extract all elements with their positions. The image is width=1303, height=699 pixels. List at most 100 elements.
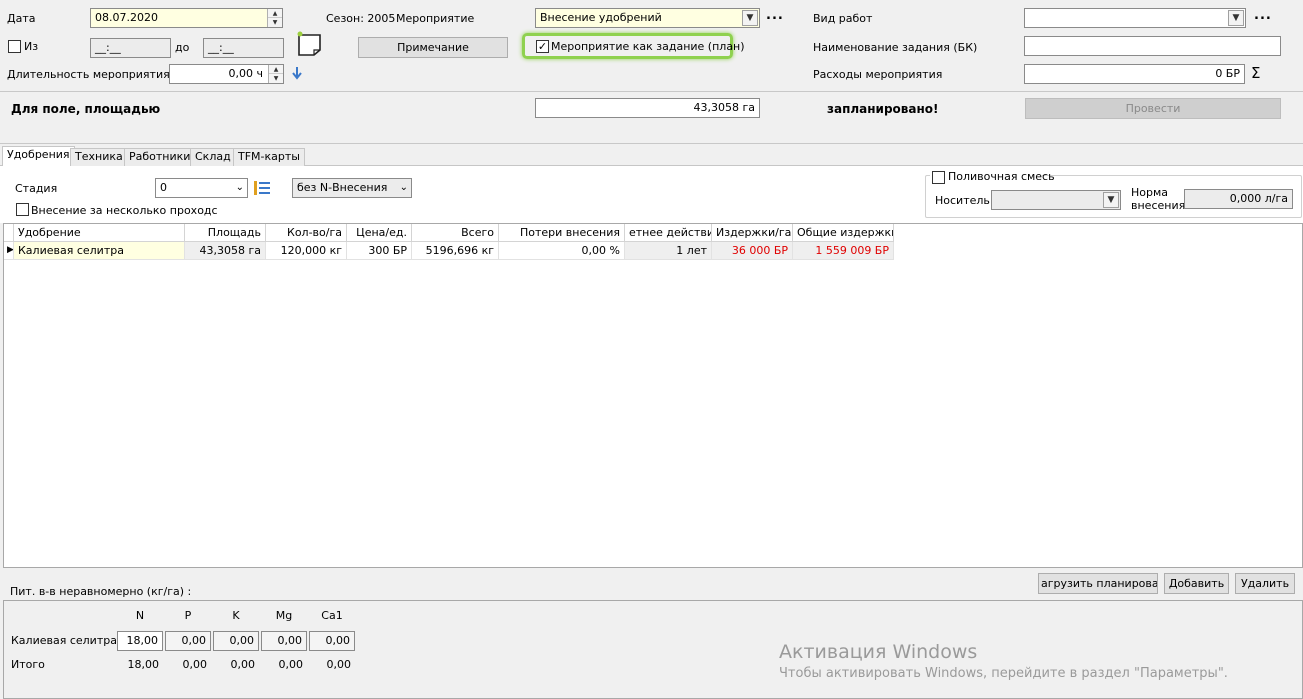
checkmark-icon: ✓	[537, 40, 548, 53]
table-cell[interactable]: 0,00 %	[499, 242, 625, 260]
nutrient-header: N	[135, 609, 145, 622]
nutrient-value[interactable]: 0,00	[165, 631, 211, 651]
chevron-down-icon[interactable]: ⌄	[236, 179, 244, 197]
chevron-down-icon[interactable]: ⌄	[400, 179, 408, 197]
duration-spinner[interactable]: ▲ ▼	[268, 65, 283, 83]
nutrient-header: K	[232, 609, 240, 622]
nutrients-panel: N P K Mg Ca1 Калиевая селитра 18,00 0,00…	[3, 600, 1303, 699]
work-type-label: Вид работ	[813, 12, 873, 25]
tab-warehouse[interactable]: Склад	[190, 148, 236, 166]
total-value: 18,00	[127, 658, 160, 671]
spin-up-icon[interactable]: ▲	[268, 9, 282, 18]
from-label: Из	[24, 40, 39, 53]
date-label: Дата	[7, 12, 36, 25]
column-header[interactable]: Кол-во/га	[266, 224, 347, 242]
task-name-input[interactable]	[1024, 36, 1281, 56]
add-button[interactable]: Добавить	[1164, 573, 1229, 594]
stage-label: Стадия	[15, 182, 58, 195]
tab-tfm-cards[interactable]: TFM-карты	[233, 148, 305, 166]
task-name-label: Наименование задания (БК)	[813, 41, 978, 54]
nutrient-header: P	[184, 609, 192, 622]
norm-input[interactable]: 0,000 л/га	[1184, 189, 1293, 209]
multi-pass-checkbox[interactable]	[16, 203, 29, 216]
irrigation-label: Поливочная смесь	[948, 170, 1055, 183]
column-header[interactable]: Площадь	[185, 224, 266, 242]
delete-button[interactable]: Удалить	[1235, 573, 1295, 594]
nutrient-header: Mg	[275, 609, 293, 622]
table-cell[interactable]: 43,3058 га	[185, 242, 266, 260]
status-text: запланировано!	[827, 102, 939, 116]
table-cell[interactable]: 120,000 кг	[266, 242, 347, 260]
work-type-more-button[interactable]: ...	[1254, 8, 1272, 23]
carrier-label: Носитель	[935, 194, 990, 207]
total-value: 0,00	[326, 658, 352, 671]
spin-down-icon[interactable]: ▼	[268, 18, 282, 27]
tab-workers[interactable]: Работники	[124, 148, 196, 166]
spin-down-icon[interactable]: ▼	[269, 74, 283, 83]
nutrient-value[interactable]: 0,00	[261, 631, 307, 651]
chevron-down-icon[interactable]: ▼	[1103, 192, 1119, 208]
event-select[interactable]: Внесение удобрений ▼	[535, 8, 760, 28]
chevron-down-icon[interactable]: ▼	[742, 10, 758, 26]
column-header[interactable]: Цена/ед.	[347, 224, 412, 242]
nutrient-value[interactable]: 0,00	[309, 631, 355, 651]
date-spinner[interactable]: ▲ ▼	[267, 9, 282, 27]
tab-fertilizers[interactable]: Удобрения	[2, 146, 75, 166]
stage-select[interactable]: 0 ⌄	[155, 178, 248, 198]
spin-up-icon[interactable]: ▲	[269, 65, 283, 74]
column-header[interactable]: Всего	[412, 224, 499, 242]
to-time-input[interactable]: __:__	[203, 38, 284, 58]
column-header[interactable]: Общие издержки	[793, 224, 894, 242]
table-row[interactable]: ▶ Калиевая селитра 43,3058 га 120,000 кг…	[4, 242, 894, 260]
table-cell[interactable]: 300 БР	[347, 242, 412, 260]
table-cell[interactable]: 5196,696 кг	[412, 242, 499, 260]
n-mode-select[interactable]: без N-Внесения ⌄	[292, 178, 412, 198]
activation-watermark-subtitle: Чтобы активировать Windows, перейдите в …	[779, 666, 1228, 681]
from-checkbox[interactable]	[8, 40, 21, 53]
activation-watermark-title: Активация Windows	[779, 641, 978, 663]
column-header[interactable]: Потери внесения	[499, 224, 625, 242]
column-header[interactable]: етнее действие	[625, 224, 712, 242]
nutrient-header: Ca1	[321, 609, 343, 622]
column-header[interactable]: Издержки/га	[712, 224, 793, 242]
row-indicator-header	[4, 224, 14, 242]
nutrient-value[interactable]: 18,00	[117, 631, 163, 651]
total-value: 0,00	[278, 658, 304, 671]
stage-value: 0	[160, 181, 167, 194]
date-input[interactable]: 08.07.2020 ▲ ▼	[90, 8, 283, 28]
sum-icon[interactable]: Σ	[1251, 64, 1260, 82]
irrigation-checkbox[interactable]	[932, 171, 945, 184]
column-header[interactable]: Удобрение	[14, 224, 185, 242]
list-edit-icon[interactable]	[253, 180, 271, 199]
table-cell[interactable]: 1 лет	[625, 242, 712, 260]
nutrient-value[interactable]: 0,00	[213, 631, 259, 651]
date-value: 08.07.2020	[95, 11, 158, 24]
chevron-down-icon[interactable]: ▼	[1228, 10, 1244, 26]
event-more-button[interactable]: ...	[766, 8, 784, 23]
note-icon[interactable]	[296, 31, 324, 57]
multi-pass-label: Внесение за несколько проходс	[31, 204, 218, 217]
table-cell[interactable]: 36 000 БР	[712, 242, 793, 260]
post-button[interactable]: Провести	[1025, 98, 1281, 119]
norm-label-1: Норма	[1131, 186, 1169, 199]
as-task-checkbox[interactable]: ✓	[536, 40, 549, 53]
duration-input[interactable]: 0,00 ч ▲ ▼	[169, 64, 284, 84]
total-label: Итого	[11, 658, 45, 671]
n-mode-value: без N-Внесения	[297, 181, 388, 194]
total-value: 0,00	[182, 658, 208, 671]
to-label: до	[175, 41, 190, 54]
note-button[interactable]: Примечание	[358, 37, 508, 58]
from-time-input[interactable]: __:__	[90, 38, 171, 58]
tab-machinery[interactable]: Техника	[70, 148, 128, 166]
duration-label: Длительность мероприятия	[7, 68, 170, 81]
table-cell[interactable]: Калиевая селитра	[14, 242, 185, 260]
load-plan-button[interactable]: агрузить планировани	[1038, 573, 1158, 594]
work-type-select[interactable]: ▼	[1024, 8, 1246, 28]
duration-value: 0,00 ч	[228, 67, 264, 80]
as-task-label: Мероприятие как задание (план)	[551, 40, 745, 53]
arrow-down-icon[interactable]	[292, 66, 302, 83]
table-cell[interactable]: 1 559 009 БР	[793, 242, 894, 260]
field-area-label: Для поле, площадью	[11, 102, 161, 116]
carrier-select[interactable]: ▼	[991, 190, 1121, 210]
divider	[0, 91, 1303, 92]
